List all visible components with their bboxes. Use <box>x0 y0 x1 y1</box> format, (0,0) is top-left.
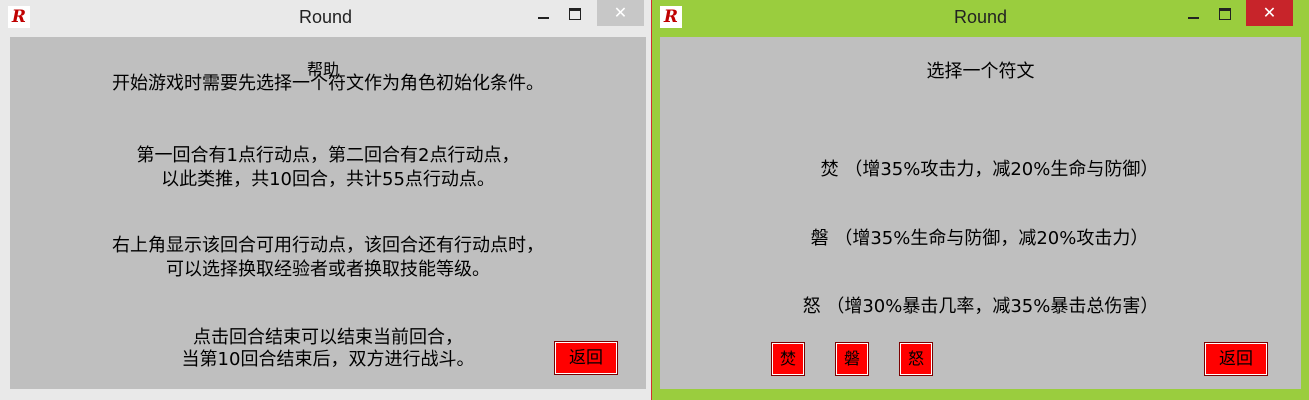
rune-content: 选择一个符文 焚 （增35%攻击力，减20%生命与防御） 磐 （增35%生命与防… <box>660 37 1301 389</box>
maximize-icon[interactable] <box>1210 0 1240 26</box>
help-line-1: 开始游戏时需要先选择一个符文作为角色初始化条件。 <box>112 73 544 94</box>
title-bar[interactable]: R Round ✕ <box>0 0 651 36</box>
back-button[interactable]: 返回 <box>1204 342 1268 376</box>
rune-button-fen[interactable]: 焚 <box>771 342 805 376</box>
close-icon[interactable]: ✕ <box>1246 0 1293 26</box>
help-line-7: 当第10回合结束后，双方进行战斗。 <box>181 349 475 370</box>
help-line-2: 第一回合有1点行动点，第二回合有2点行动点， <box>136 145 520 166</box>
minimize-icon[interactable] <box>1178 0 1208 26</box>
rune-option-pan: 磐 （增35%生命与防御，减20%攻击力） <box>810 228 1149 249</box>
help-window: R Round ✕ 帮助 开始游戏时需要先选择一个符文作为角色初始化条件。 第一… <box>0 0 652 400</box>
help-content: 帮助 开始游戏时需要先选择一个符文作为角色初始化条件。 第一回合有1点行动点，第… <box>10 37 646 389</box>
help-line-4: 右上角显示该回合可用行动点，该回合还有行动点时， <box>112 235 544 256</box>
rune-button-pan[interactable]: 磐 <box>835 342 869 376</box>
rune-option-fen: 焚 （增35%攻击力，减20%生命与防御） <box>820 159 1159 180</box>
help-line-5: 可以选择换取经验者或者换取技能等级。 <box>166 259 490 280</box>
rune-heading: 选择一个符文 <box>926 61 1035 82</box>
back-button[interactable]: 返回 <box>554 341 618 375</box>
minimize-icon[interactable] <box>528 0 558 26</box>
help-line-3: 以此类推，共10回合，共计55点行动点。 <box>161 169 495 190</box>
rune-button-nu[interactable]: 怒 <box>899 342 933 376</box>
title-bar[interactable]: R Round ✕ <box>652 0 1309 36</box>
maximize-icon[interactable] <box>560 0 590 26</box>
rune-option-nu: 怒 （增30%暴击几率，减35%暴击总伤害） <box>802 296 1159 317</box>
rune-select-window: R Round ✕ 选择一个符文 焚 （增35%攻击力，减20%生命与防御） 磐… <box>652 0 1309 400</box>
close-icon[interactable]: ✕ <box>597 0 644 26</box>
